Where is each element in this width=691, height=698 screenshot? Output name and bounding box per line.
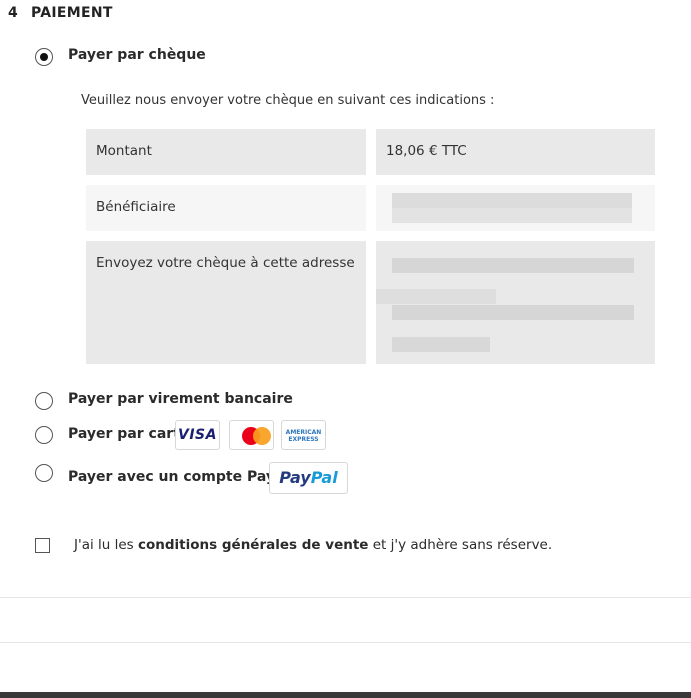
terms-suffix: et j'y adhère sans réserve. [368,537,553,553]
step-title: PAIEMENT [31,5,113,21]
radio-paypal[interactable] [35,464,53,482]
blurred-text [392,305,634,320]
blurred-text [392,337,490,352]
cheque-instructions: Veuillez nous envoyer votre chèque en su… [81,93,495,108]
divider [0,642,691,643]
mastercard-icon [229,420,274,450]
visa-icon: VISA [175,420,220,450]
step-number: 4 [8,5,19,21]
blurred-text [392,258,634,273]
terms-link[interactable]: conditions générales de vente [138,537,368,553]
option-label-paypal[interactable]: Payer avec un compte PayPal [68,469,299,485]
cheque-row-address-value [376,241,655,364]
radio-carte[interactable] [35,426,53,444]
paypal-icon: PayPal [269,462,348,494]
footer-bar [0,692,691,698]
cheque-row-beneficiary-value [376,185,655,231]
amex-logo-text: AMERICAN EXPRESS [282,429,325,443]
blurred-text [376,289,496,304]
divider [0,597,691,598]
radio-cheque[interactable] [35,48,53,66]
cheque-row-amount-label: Montant [86,129,366,175]
terms-label[interactable]: J'ai lu les conditions générales de vent… [74,537,552,553]
terms-checkbox[interactable] [35,538,50,553]
blurred-text [392,208,632,223]
mastercard-circles [242,427,272,445]
option-label-cheque[interactable]: Payer par chèque [68,47,206,63]
mastercard-yellow-circle [253,427,271,445]
amex-line2: EXPRESS [288,436,319,443]
amex-icon: AMERICAN EXPRESS [281,420,326,450]
paypal-logo-pal: Pal [310,468,338,487]
paypal-logo-pay: Pay [279,468,311,487]
step-header: 4 PAIEMENT [8,5,113,21]
option-label-virement[interactable]: Payer par virement bancaire [68,391,293,407]
radio-virement[interactable] [35,392,53,410]
cheque-row-amount-value: 18,06 € TTC [376,129,655,175]
visa-logo-text: VISA [178,427,217,443]
amex-line1: AMERICAN [285,429,322,436]
blurred-text [392,193,632,208]
terms-prefix: J'ai lu les [74,537,138,553]
cheque-row-address-label: Envoyez votre chèque à cette adresse [86,241,366,364]
cheque-row-beneficiary-label: Bénéficiaire [86,185,366,231]
option-label-carte[interactable]: Payer par carte [68,426,189,442]
